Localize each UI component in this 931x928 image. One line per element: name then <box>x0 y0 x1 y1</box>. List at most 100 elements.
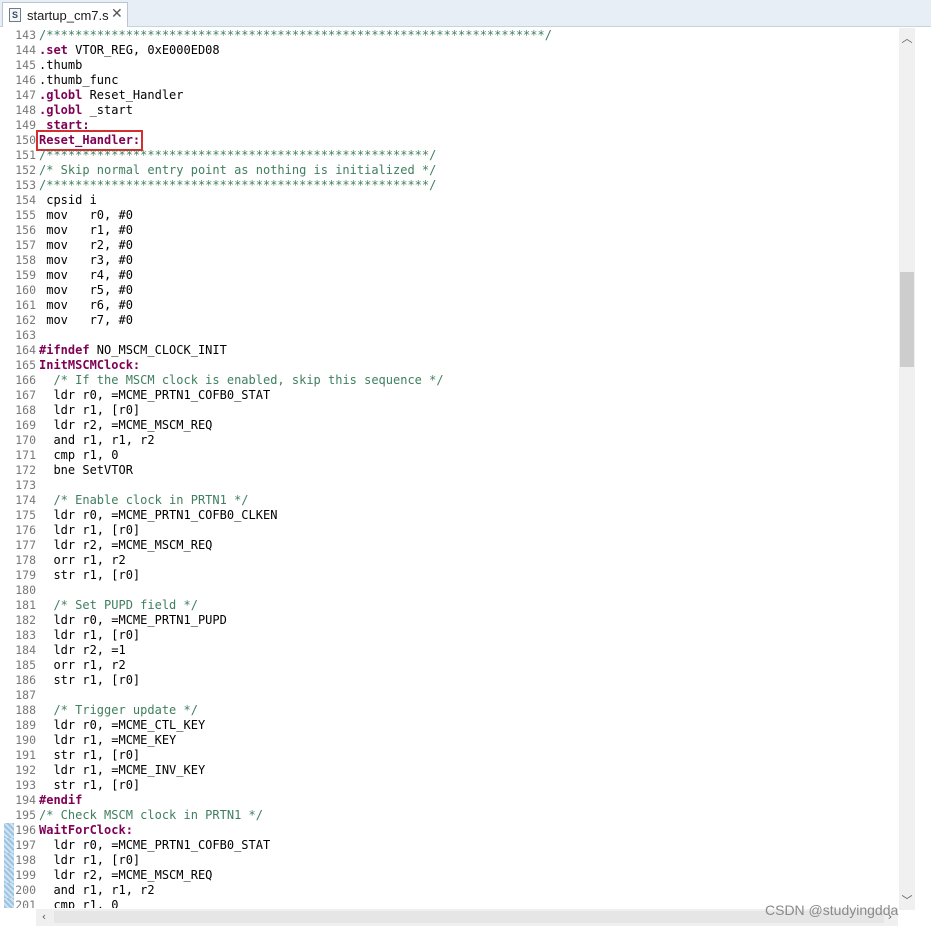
code-text: orr r1, r2 <box>39 658 125 673</box>
code-token: /***************************************… <box>39 28 552 42</box>
code-line[interactable]: 180 <box>0 583 898 598</box>
code-line[interactable]: 174 /* Enable clock in PRTN1 */ <box>0 493 898 508</box>
code-line[interactable]: 185 orr r1, r2 <box>0 658 898 673</box>
code-line[interactable]: 148 .globl _start <box>0 103 898 118</box>
code-line[interactable]: 151/************************************… <box>0 148 898 163</box>
code-line[interactable]: 159 mov r4, #0 <box>0 268 898 283</box>
code-line[interactable]: 188 /* Trigger update */ <box>0 703 898 718</box>
code-line[interactable]: 191 str r1, [r0] <box>0 748 898 763</box>
code-token: ldr r1, =MCME_KEY <box>39 733 177 747</box>
code-token: #ifndef <box>39 343 90 357</box>
code-line[interactable]: 146 .thumb_func <box>0 73 898 88</box>
line-number: 193 <box>15 778 36 792</box>
code-line[interactable]: 154 cpsid i <box>0 193 898 208</box>
code-line[interactable]: 162 mov r7, #0 <box>0 313 898 328</box>
code-line[interactable]: 163 <box>0 328 898 343</box>
code-token: WaitForClock: <box>39 823 133 837</box>
code-text: WaitForClock: <box>39 823 133 838</box>
code-line[interactable]: 201 cmp r1, 0 <box>0 898 898 908</box>
code-line[interactable]: 187 <box>0 688 898 703</box>
code-line[interactable]: 194 #endif <box>0 793 898 808</box>
code-line[interactable]: 183 ldr r1, [r0] <box>0 628 898 643</box>
scroll-left-icon[interactable]: ‹ <box>36 910 52 923</box>
code-line[interactable]: 143/************************************… <box>0 28 898 43</box>
code-line[interactable]: 181 /* Set PUPD field */ <box>0 598 898 613</box>
code-line[interactable]: 166 /* If the MSCM clock is enabled, ski… <box>0 373 898 388</box>
code-text: ldr r0, =MCME_PRTN1_PUPD <box>39 613 226 628</box>
code-line[interactable]: 192 ldr r1, =MCME_INV_KEY <box>0 763 898 778</box>
vertical-scrollbar[interactable]: ︿ ﹀ <box>899 28 915 910</box>
code-line[interactable]: 195/* Check MSCM clock in PRTN1 */ <box>0 808 898 823</box>
code-line[interactable]: 190 ldr r1, =MCME_KEY <box>0 733 898 748</box>
line-number: 176 <box>15 523 36 537</box>
scroll-down-icon[interactable]: ﹀ <box>899 892 915 908</box>
line-number: 177 <box>15 538 36 552</box>
code-line[interactable]: 153/************************************… <box>0 178 898 193</box>
close-icon[interactable]: ✕ <box>111 6 123 22</box>
code-line[interactable]: 177 ldr r2, =MCME_MSCM_REQ <box>0 538 898 553</box>
line-number: 168 <box>15 403 36 417</box>
code-token: ldr r2, =MCME_MSCM_REQ <box>39 538 213 552</box>
line-number: 188 <box>15 703 36 717</box>
code-line[interactable]: 168 ldr r1, [r0] <box>0 403 898 418</box>
code-line[interactable]: 171 cmp r1, 0 <box>0 448 898 463</box>
code-line[interactable]: 196 WaitForClock: <box>0 823 898 838</box>
code-line[interactable]: 160 mov r5, #0 <box>0 283 898 298</box>
code-text: ldr r1, [r0] <box>39 628 140 643</box>
code-line[interactable]: 156 mov r1, #0 <box>0 223 898 238</box>
code-line[interactable]: 155 mov r0, #0 <box>0 208 898 223</box>
code-line[interactable]: 182 ldr r0, =MCME_PRTN1_PUPD <box>0 613 898 628</box>
code-line[interactable]: 178 orr r1, r2 <box>0 553 898 568</box>
code-text: /***************************************… <box>39 148 436 163</box>
code-token: /* Enable clock in PRTN1 */ <box>53 493 249 507</box>
code-line[interactable]: 200 and r1, r1, r2 <box>0 883 898 898</box>
code-text: str r1, [r0] <box>39 568 140 583</box>
code-token: _start <box>82 103 133 117</box>
code-line[interactable]: 186 str r1, [r0] <box>0 673 898 688</box>
code-token: /* Check MSCM clock in PRTN1 */ <box>39 808 263 822</box>
code-line[interactable]: 161 mov r6, #0 <box>0 298 898 313</box>
code-line[interactable]: 169 ldr r2, =MCME_MSCM_REQ <box>0 418 898 433</box>
line-number: 194 <box>15 793 36 807</box>
code-editor[interactable]: 143/************************************… <box>0 28 898 908</box>
code-line[interactable]: 147 .globl Reset_Handler <box>0 88 898 103</box>
code-line[interactable]: 170 and r1, r1, r2 <box>0 433 898 448</box>
code-line[interactable]: 165 InitMSCMClock: <box>0 358 898 373</box>
code-line[interactable]: 175 ldr r0, =MCME_PRTN1_COFB0_CLKEN <box>0 508 898 523</box>
code-line[interactable]: 189 ldr r0, =MCME_CTL_KEY <box>0 718 898 733</box>
code-line[interactable]: 152/* Skip normal entry point as nothing… <box>0 163 898 178</box>
line-number: 179 <box>15 568 36 582</box>
code-text: ldr r0, =MCME_PRTN1_COFB0_CLKEN <box>39 508 277 523</box>
code-text: bne SetVTOR <box>39 463 132 478</box>
code-line[interactable]: 197 ldr r0, =MCME_PRTN1_COFB0_STAT <box>0 838 898 853</box>
code-line[interactable]: 184 ldr r2, =1 <box>0 643 898 658</box>
code-token: str r1, [r0] <box>39 673 141 687</box>
code-text: and r1, r1, r2 <box>39 883 154 898</box>
tab-startup-cm7[interactable]: S startup_cm7.s ✕ <box>2 2 128 27</box>
code-line[interactable]: 172 bne SetVTOR <box>0 463 898 478</box>
line-number: 163 <box>15 328 36 342</box>
line-number: 165 <box>15 358 36 372</box>
code-line[interactable]: 144 .set VTOR_REG, 0xE000ED08 <box>0 43 898 58</box>
code-line[interactable]: 199 ldr r2, =MCME_MSCM_REQ <box>0 868 898 883</box>
vertical-scroll-thumb[interactable] <box>900 272 914 367</box>
code-line[interactable]: 145 .thumb <box>0 58 898 73</box>
code-line[interactable]: 198 ldr r1, [r0] <box>0 853 898 868</box>
code-line[interactable]: 193 str r1, [r0] <box>0 778 898 793</box>
code-text: str r1, [r0] <box>39 673 140 688</box>
code-line[interactable]: 164 #ifndef NO_MSCM_CLOCK_INIT <box>0 343 898 358</box>
horizontal-scroll-thumb[interactable] <box>54 911 884 923</box>
code-line[interactable]: 179 str r1, [r0] <box>0 568 898 583</box>
scroll-up-icon[interactable]: ︿ <box>899 30 915 46</box>
code-token: /* If the MSCM clock is enabled, skip th… <box>53 373 444 387</box>
line-number: 201 <box>15 898 36 908</box>
code-line[interactable]: 158 mov r3, #0 <box>0 253 898 268</box>
code-line[interactable]: 167 ldr r0, =MCME_PRTN1_COFB0_STAT <box>0 388 898 403</box>
code-line[interactable]: 150 Reset_Handler: <box>0 130 898 151</box>
code-line[interactable]: 173 <box>0 478 898 493</box>
line-number: 161 <box>15 298 36 312</box>
code-line[interactable]: 149 _start: <box>0 118 898 133</box>
code-text: ldr r0, =MCME_CTL_KEY <box>39 718 205 733</box>
code-line[interactable]: 176 ldr r1, [r0] <box>0 523 898 538</box>
code-line[interactable]: 157 mov r2, #0 <box>0 238 898 253</box>
